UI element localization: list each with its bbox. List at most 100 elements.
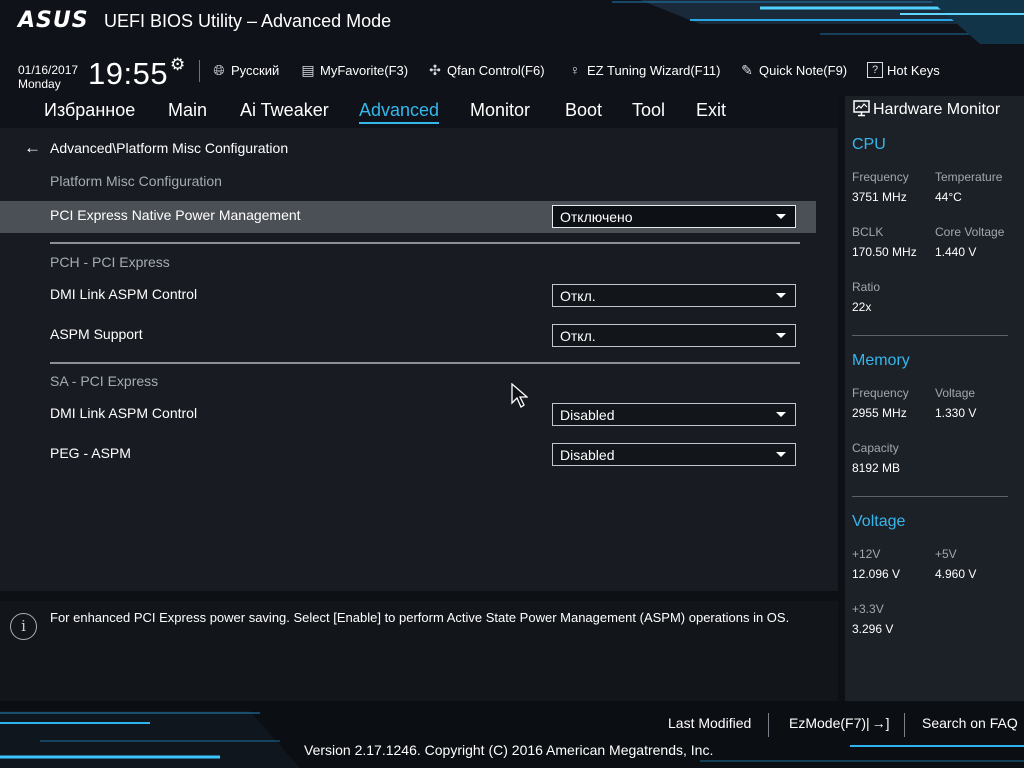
monitor-icon <box>853 100 870 117</box>
sa-dmi-aspm-value: Disabled <box>560 406 615 423</box>
footer-divider <box>904 713 905 737</box>
pch-dmi-aspm-label: DMI Link ASPM Control <box>50 286 198 302</box>
hw-mem-frequency-label: Frequency <box>852 386 909 400</box>
hw-memory-heading: Memory <box>852 352 910 369</box>
help-text: For enhanced PCI Express power saving. S… <box>50 610 790 625</box>
note-icon: ✎ <box>741 62 753 78</box>
hw-mem-voltage-label: Voltage <box>935 386 976 400</box>
tab-advanced[interactable]: Advanced <box>359 100 440 124</box>
gear-icon[interactable]: ⚙ <box>170 55 185 75</box>
hw-cpu-temperature-value: 44°C <box>935 190 962 204</box>
myfavorite-label: MyFavorite(F3) <box>320 63 409 78</box>
hw-5v-label: +5V <box>935 547 957 561</box>
asus-logo: ASUS <box>18 8 89 33</box>
back-arrow-icon[interactable]: ← <box>24 138 41 158</box>
section-divider <box>50 242 800 244</box>
hw-12v-value: 12.096 V <box>852 567 901 581</box>
tab-main[interactable]: Main <box>168 100 207 121</box>
hw-capacity-value: 8192 MB <box>852 461 901 475</box>
mouse-pointer-icon <box>511 383 528 408</box>
hw-divider <box>852 496 1008 497</box>
hw-ratio-value: 22x <box>852 300 872 314</box>
section-title: Platform Misc Configuration <box>50 173 222 189</box>
hw-12v-label: +12V <box>852 547 881 561</box>
help-key-icon: ? <box>867 62 883 78</box>
qfan-control-button[interactable]: ✣ Qfan Control(F6) <box>427 62 545 79</box>
dropdown-caret-icon <box>776 412 786 417</box>
qfan-label: Qfan Control(F6) <box>447 63 545 78</box>
myfavorite-button[interactable]: ▤ MyFavorite(F3) <box>300 62 408 79</box>
hw-capacity-label: Capacity <box>852 441 899 455</box>
aspm-support-value: Откл. <box>560 327 596 344</box>
quick-note-label: Quick Note(F9) <box>759 63 848 78</box>
exit-arrow-icon: →] <box>871 715 890 731</box>
search-faq-button[interactable]: Search on FAQ <box>922 715 1018 731</box>
sa-section-title: SA - PCI Express <box>50 373 159 389</box>
aspm-support-dropdown[interactable]: Откл. <box>552 324 796 347</box>
dropdown-caret-icon <box>776 293 786 298</box>
pci-native-pm-label: PCI Express Native Power Management <box>50 207 301 223</box>
hw-bclk-value: 170.50 MHz <box>852 245 917 259</box>
dropdown-caret-icon <box>776 333 786 338</box>
hw-mem-frequency-value: 2955 MHz <box>852 406 907 420</box>
language-button[interactable]: 🌐︎ Русский <box>211 62 279 79</box>
hot-keys-label: Hot Keys <box>887 62 940 78</box>
hw-33v-value: 3.296 V <box>852 622 894 636</box>
globe-icon: 🌐︎ <box>213 62 225 78</box>
pch-dmi-aspm-dropdown[interactable]: Откл. <box>552 284 796 307</box>
info-icon: i <box>10 613 37 640</box>
hw-5v-value: 4.960 V <box>935 567 977 581</box>
dropdown-caret-icon <box>776 214 786 219</box>
section-divider <box>50 362 800 364</box>
sa-dmi-aspm-dropdown[interactable]: Disabled <box>552 403 796 426</box>
peg-aspm-dropdown[interactable]: Disabled <box>552 443 796 466</box>
hw-voltage-heading: Voltage <box>852 513 906 530</box>
hw-bclk-label: BCLK <box>852 225 884 239</box>
hw-ratio-label: Ratio <box>852 280 881 294</box>
hw-cpu-frequency-value: 3751 MHz <box>852 190 907 204</box>
footer-divider <box>768 713 769 737</box>
hw-cpu-heading: CPU <box>852 136 886 153</box>
hardware-monitor-title: Hardware Monitor <box>873 101 1001 118</box>
hw-cpu-temperature-label: Temperature <box>935 170 1003 184</box>
pci-native-pm-value: Отключено <box>560 208 633 225</box>
tab-boot[interactable]: Boot <box>565 100 602 121</box>
tab-monitor[interactable]: Monitor <box>470 100 530 121</box>
pch-dmi-aspm-value: Откл. <box>560 287 596 304</box>
sa-dmi-aspm-label: DMI Link ASPM Control <box>50 405 198 421</box>
aspm-support-label: ASPM Support <box>50 326 143 342</box>
ezmode-label: EzMode(F7)| <box>789 715 870 731</box>
pci-native-pm-dropdown[interactable]: Отключено <box>552 205 796 228</box>
hot-keys-button[interactable]: ? Hot Keys <box>867 62 940 78</box>
peg-aspm-value: Disabled <box>560 446 615 463</box>
hw-33v-label: +3.3V <box>852 602 884 616</box>
ez-tuning-wizard-button[interactable]: ♀ EZ Tuning Wizard(F11) <box>567 62 721 78</box>
date-display: 01/16/2017 Monday <box>18 63 78 91</box>
peg-aspm-label: PEG - ASPM <box>50 445 131 461</box>
hw-divider <box>852 335 1008 336</box>
ez-tuning-label: EZ Tuning Wizard(F11) <box>587 62 721 78</box>
dropdown-caret-icon <box>776 452 786 457</box>
date-text: 01/16/2017 <box>18 63 79 77</box>
language-label: Русский <box>231 63 280 78</box>
fan-icon: ✣ <box>429 62 441 78</box>
tab-ai-tweaker[interactable]: Ai Tweaker <box>240 100 329 121</box>
ezmode-button[interactable]: EzMode(F7)| →] <box>789 715 890 731</box>
toolbar-divider <box>199 60 200 82</box>
time-display: 19:55 <box>88 56 169 91</box>
pch-section-title: PCH - PCI Express <box>50 254 170 270</box>
settings-content <box>0 128 838 591</box>
lightbulb-icon: ♀ <box>569 62 581 78</box>
tab-tool[interactable]: Tool <box>632 100 665 121</box>
breadcrumb: Advanced\Platform Misc Configuration <box>50 140 289 156</box>
last-modified-button[interactable]: Last Modified <box>668 715 751 731</box>
window-title: UEFI BIOS Utility – Advanced Mode <box>104 11 392 31</box>
favorite-list-icon: ▤ <box>301 62 315 78</box>
hw-core-voltage-label: Core Voltage <box>935 225 1005 239</box>
quick-note-button[interactable]: ✎ Quick Note(F9) <box>739 62 847 79</box>
day-text: Monday <box>18 77 61 91</box>
tab-favorites[interactable]: Избранное <box>44 100 135 121</box>
hw-mem-voltage-value: 1.330 V <box>935 406 977 420</box>
tab-exit[interactable]: Exit <box>696 100 726 121</box>
hw-core-voltage-value: 1.440 V <box>935 245 977 259</box>
